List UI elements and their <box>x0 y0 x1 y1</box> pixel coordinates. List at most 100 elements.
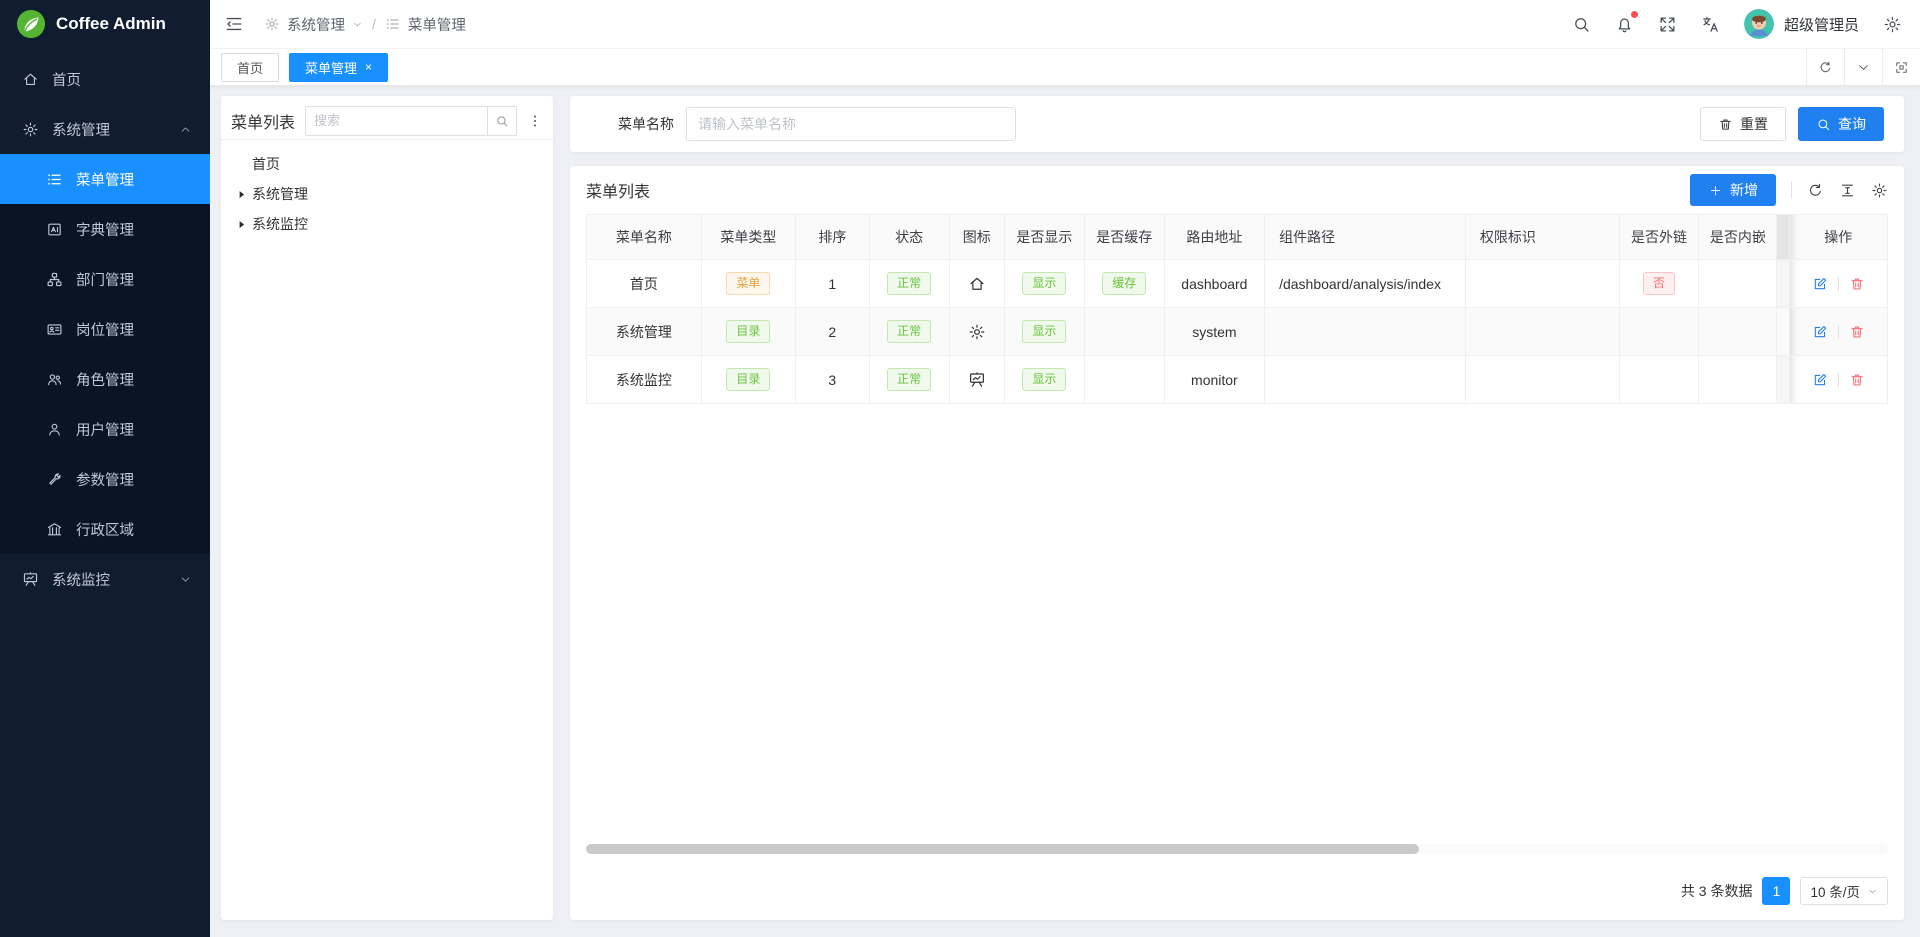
refresh-icon <box>1818 60 1833 75</box>
tree-panel-title: 菜单列表 <box>231 109 295 133</box>
cell-name: 系统管理 <box>587 308 702 356</box>
delete-button[interactable] <box>1849 324 1865 340</box>
cell-status: 正常 <box>869 356 949 404</box>
sidebar-item-label: 部门管理 <box>76 269 192 290</box>
gear-icon <box>968 323 986 341</box>
sidebar-item-post-management[interactable]: 岗位管理 <box>0 304 210 354</box>
vertical-scrollbar[interactable] <box>1777 308 1789 356</box>
vertical-scrollbar[interactable] <box>1777 260 1789 308</box>
maximize-content-button[interactable] <box>1882 49 1920 85</box>
right-panel: 菜单名称 重置 查询 菜单列表 <box>570 96 1904 920</box>
page-1-button[interactable]: 1 <box>1762 877 1790 905</box>
column-header-sort: 排序 <box>795 215 869 260</box>
tree-search-input[interactable] <box>305 106 487 136</box>
horizontal-scrollbar[interactable] <box>586 844 1888 854</box>
expand-triangle-icon[interactable] <box>234 217 249 232</box>
row-height-icon[interactable] <box>1839 182 1856 199</box>
breadcrumb-label: 系统管理 <box>287 14 345 35</box>
maximize-icon <box>1894 60 1909 75</box>
refresh-tab-button[interactable] <box>1806 49 1844 85</box>
tab-home[interactable]: 首页 <box>221 53 279 82</box>
notification-dot <box>1631 11 1638 18</box>
tree-search-button[interactable] <box>487 106 517 136</box>
edit-button[interactable] <box>1812 276 1828 292</box>
sidebar-item-label: 首页 <box>52 69 192 90</box>
breadcrumb-item-menu-management[interactable]: 菜单管理 <box>385 14 466 35</box>
tree-item-home[interactable]: 首页 <box>221 149 553 179</box>
sidebar-item-user-management[interactable]: 用户管理 <box>0 404 210 454</box>
table-row: 系统管理目录2正常显示system <box>587 308 1888 356</box>
sidebar-item-param-management[interactable]: 参数管理 <box>0 454 210 504</box>
menu-name-input[interactable] <box>686 107 1016 141</box>
close-icon[interactable]: × <box>365 61 372 73</box>
cell-perm <box>1465 260 1619 308</box>
user-menu[interactable]: 超级管理员 <box>1744 9 1859 39</box>
column-header-type: 菜单类型 <box>701 215 795 260</box>
org-icon <box>46 271 63 288</box>
sidebar-item-dept-management[interactable]: 部门管理 <box>0 254 210 304</box>
page-size-select[interactable]: 10 条/页 <box>1800 877 1888 905</box>
external-tag: 否 <box>1643 272 1675 295</box>
menu-tree: 首页系统管理系统监控 <box>221 140 553 248</box>
delete-button[interactable] <box>1849 372 1865 388</box>
column-settings-gear-icon[interactable] <box>1871 182 1888 199</box>
collapse-sidebar-icon[interactable] <box>224 14 244 34</box>
logo[interactable]: Coffee Admin <box>0 0 210 48</box>
breadcrumb-separator: / <box>372 16 376 32</box>
table-tools: 新增 <box>1690 174 1888 206</box>
notifications-bell-icon[interactable] <box>1615 15 1634 34</box>
divider <box>1838 325 1839 339</box>
tree-item-label: 首页 <box>252 154 280 174</box>
sidebar-item-system-monitor[interactable]: 系统监控 <box>0 554 210 604</box>
tree-item-system-management[interactable]: 系统管理 <box>221 179 553 209</box>
tab-options-button[interactable] <box>1844 49 1882 85</box>
tabs: 首页菜单管理× <box>221 53 1806 82</box>
cell-external: 否 <box>1619 260 1699 308</box>
column-header-cache: 是否缓存 <box>1084 215 1164 260</box>
kebab-menu-icon[interactable] <box>527 112 543 130</box>
cell-name: 系统监控 <box>587 356 702 404</box>
refresh-table-icon[interactable] <box>1807 182 1824 199</box>
delete-button[interactable] <box>1849 276 1865 292</box>
tree-item-system-monitor[interactable]: 系统监控 <box>221 209 553 239</box>
type-tag: 目录 <box>726 320 770 343</box>
sidebar-item-label: 参数管理 <box>76 469 192 490</box>
table-area: 菜单名称菜单类型排序状态图标是否显示是否缓存路由地址组件路径权限标识是否外链是否… <box>586 214 1888 854</box>
reset-button[interactable]: 重置 <box>1700 107 1786 141</box>
search-button[interactable]: 查询 <box>1798 107 1884 141</box>
cell-visible: 显示 <box>1004 260 1084 308</box>
table-header: 菜单列表 新增 <box>586 166 1888 214</box>
add-button[interactable]: 新增 <box>1690 174 1776 206</box>
list-icon <box>46 171 63 188</box>
table-card: 菜单列表 新增 菜单名称菜单类型排 <box>570 166 1904 920</box>
expand-triangle-icon[interactable] <box>234 187 249 202</box>
edit-button[interactable] <box>1812 372 1828 388</box>
scrollbar-thumb[interactable] <box>586 844 1419 854</box>
cell-perm <box>1465 356 1619 404</box>
vertical-scrollbar[interactable] <box>1777 215 1789 260</box>
vertical-scrollbar[interactable] <box>1777 356 1789 404</box>
tab-actions <box>1806 49 1920 85</box>
sidebar-item-system-management[interactable]: 系统管理 <box>0 104 210 154</box>
breadcrumb-item-system-management[interactable]: 系统管理 <box>264 14 363 35</box>
settings-gear-icon[interactable] <box>1883 15 1902 34</box>
sidebar-item-admin-region[interactable]: 行政区域 <box>0 504 210 554</box>
sidebar-item-home[interactable]: 首页 <box>0 54 210 104</box>
main-area: 系统管理 / 菜单管理 <box>210 0 1920 937</box>
status-tag: 正常 <box>887 368 931 391</box>
breadcrumb: 系统管理 / 菜单管理 <box>264 14 466 35</box>
column-header-name: 菜单名称 <box>587 215 702 260</box>
translate-icon[interactable] <box>1701 15 1720 34</box>
sidebar-item-role-management[interactable]: 角色管理 <box>0 354 210 404</box>
tab-menu-management[interactable]: 菜单管理× <box>289 53 388 82</box>
menu-tree-panel: 菜单列表 首页系统管理系统监控 <box>221 96 553 920</box>
cell-name: 首页 <box>587 260 702 308</box>
fullscreen-icon[interactable] <box>1658 15 1677 34</box>
search-icon <box>1816 117 1831 132</box>
search-icon[interactable] <box>1572 15 1591 34</box>
sidebar-item-menu-management[interactable]: 菜单管理 <box>0 154 210 204</box>
edit-button[interactable] <box>1812 324 1828 340</box>
dict-icon <box>46 221 63 238</box>
column-header-icon: 图标 <box>949 215 1004 260</box>
sidebar-item-dict-management[interactable]: 字典管理 <box>0 204 210 254</box>
